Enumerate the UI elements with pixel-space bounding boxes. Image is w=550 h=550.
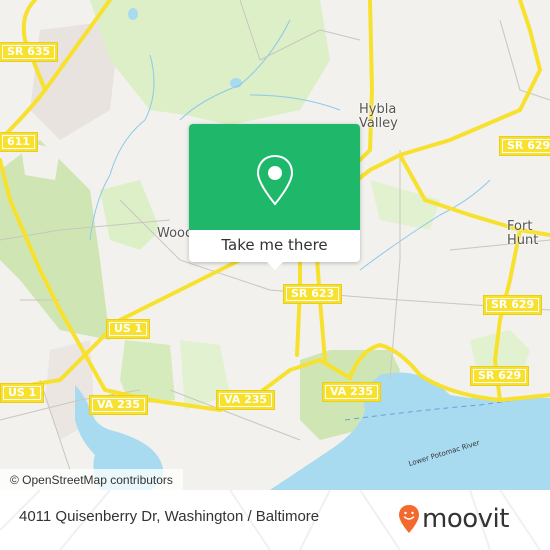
place-label-fort-hunt: Fort Hunt <box>507 219 539 248</box>
pond <box>128 8 138 20</box>
road-shield-va-235-west: VA 235 <box>90 396 148 414</box>
moovit-logo[interactable]: moovit <box>398 503 509 535</box>
road-shield-611: 611 <box>0 133 37 151</box>
road-shield-sr-635: SR 635 <box>0 43 58 61</box>
location-popup: Take me there <box>189 124 360 270</box>
park-area <box>100 180 160 250</box>
popup-header <box>189 124 360 230</box>
footer-bar: 4011 Quisenberry Dr, Washington / Baltim… <box>0 490 550 550</box>
take-me-there-button[interactable]: Take me there <box>189 230 360 262</box>
moovit-wordmark: moovit <box>422 504 509 534</box>
road-shield-sr-629-north: SR 629 <box>500 137 550 155</box>
park-area <box>370 180 440 230</box>
map-view[interactable]: SR 635 611 SR 629 SR 623 SR 629 US 1 US … <box>0 0 550 490</box>
road-shield-sr-629-mid: SR 629 <box>484 296 542 314</box>
place-label-hybla-valley: Hybla Valley <box>359 102 398 131</box>
road-shield-sr-629-south: SR 629 <box>471 367 529 385</box>
road-shield-us-1-east: US 1 <box>107 320 150 338</box>
road-shield-us-1-west: US 1 <box>1 384 44 402</box>
map-attribution[interactable]: © OpenStreetMap contributors <box>0 469 183 490</box>
location-pin-icon <box>256 154 294 206</box>
road-shield-va-235-center: VA 235 <box>323 383 381 401</box>
park-area <box>90 0 330 125</box>
place-label-woodlawn: Wooc <box>157 226 193 241</box>
popup-pointer <box>267 262 283 270</box>
address-text: 4011 Quisenberry Dr, Washington / Baltim… <box>19 508 320 525</box>
road-shield-sr-623: SR 623 <box>284 285 342 303</box>
moovit-pin-icon <box>399 505 419 533</box>
road-shield-va-235-mid: VA 235 <box>217 391 275 409</box>
